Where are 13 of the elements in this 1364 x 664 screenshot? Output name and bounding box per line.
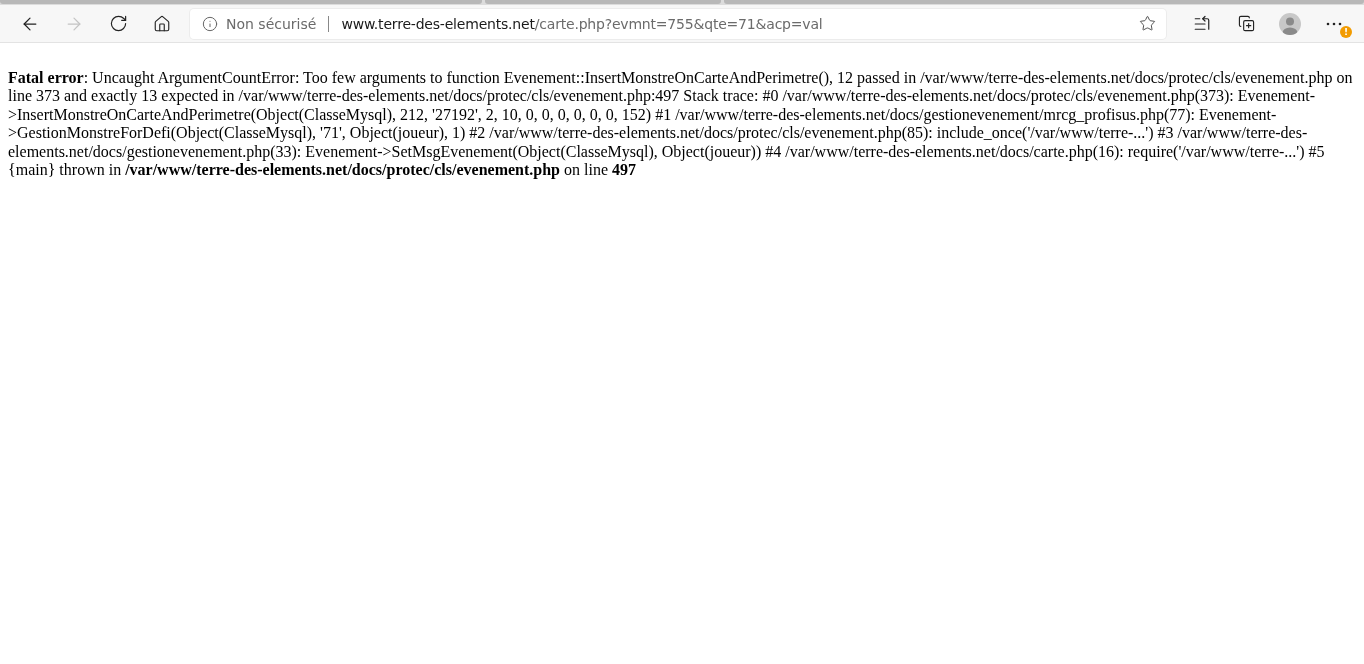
collections-icon	[1237, 15, 1255, 32]
refresh-icon	[108, 14, 128, 33]
error-message: Fatal error: Uncaught ArgumentCountError: Too few arguments to function Evenement::InsertMonstreOnCarteAndPerimetre(), 12 passed in /var/www/terre-des-elements.net/docs/protec/cls/evenement.php on line 373 and exactly 13 expected in /var/www/terre-des-elements.net/docs/protec/cls/evenement.php:497 Stack trace: #0 /var/www/terre-des-elements.net/docs/protec/cls/evenement.php(373): Evenement->InsertMonstreOnCarteAndPerimetre(Object(ClasseMysql), 212, '27192', 2, 10, 0, 0, 0, 0, 0, 0, 152) #1 /var/www/terre-des-elements.net/docs/gestionevenement/mrcg_profisus.php(77): Evenement->GestionMonstreForDefi(Object(ClasseMysql), '71', Object(joueur), 1) #2 /var/www/terre-des-elements.net/docs/protec/cls/evenement.php(85): include_once('/var/www/terre-...') #3 /var/www/terre-des-elements.net/docs/gestionevenement.php(33): Evenement->SetMsgEvenement(Object(ClasseMysql), Object(joueur)) #4 /var/www/terre-des-elements.net/docs/carte.php(16): require('/var/www/terre-...') #5 {main} thrown in /var/www/terre-des-elements.net/docs/protec/cls/evenement.php on line 497	[8, 69, 1354, 180]
info-icon	[202, 15, 218, 32]
update-badge: !	[1340, 25, 1352, 38]
security-label: Non sécurisé	[226, 15, 317, 32]
url-text: www.terre-des-elements.net/carte.php?evmnt=755&qte=71&acp=val	[341, 15, 824, 32]
address-bar[interactable]: Non sécurisé www.terre-des-elements.net/carte.php?evmnt=755&qte=71&acp=val	[190, 8, 1166, 39]
home-icon	[153, 14, 171, 33]
avatar-icon	[1279, 12, 1301, 35]
favorites-list-icon	[1193, 14, 1211, 33]
add-favorite-icon[interactable]	[1139, 15, 1156, 32]
more-dots-icon	[1326, 21, 1342, 26]
